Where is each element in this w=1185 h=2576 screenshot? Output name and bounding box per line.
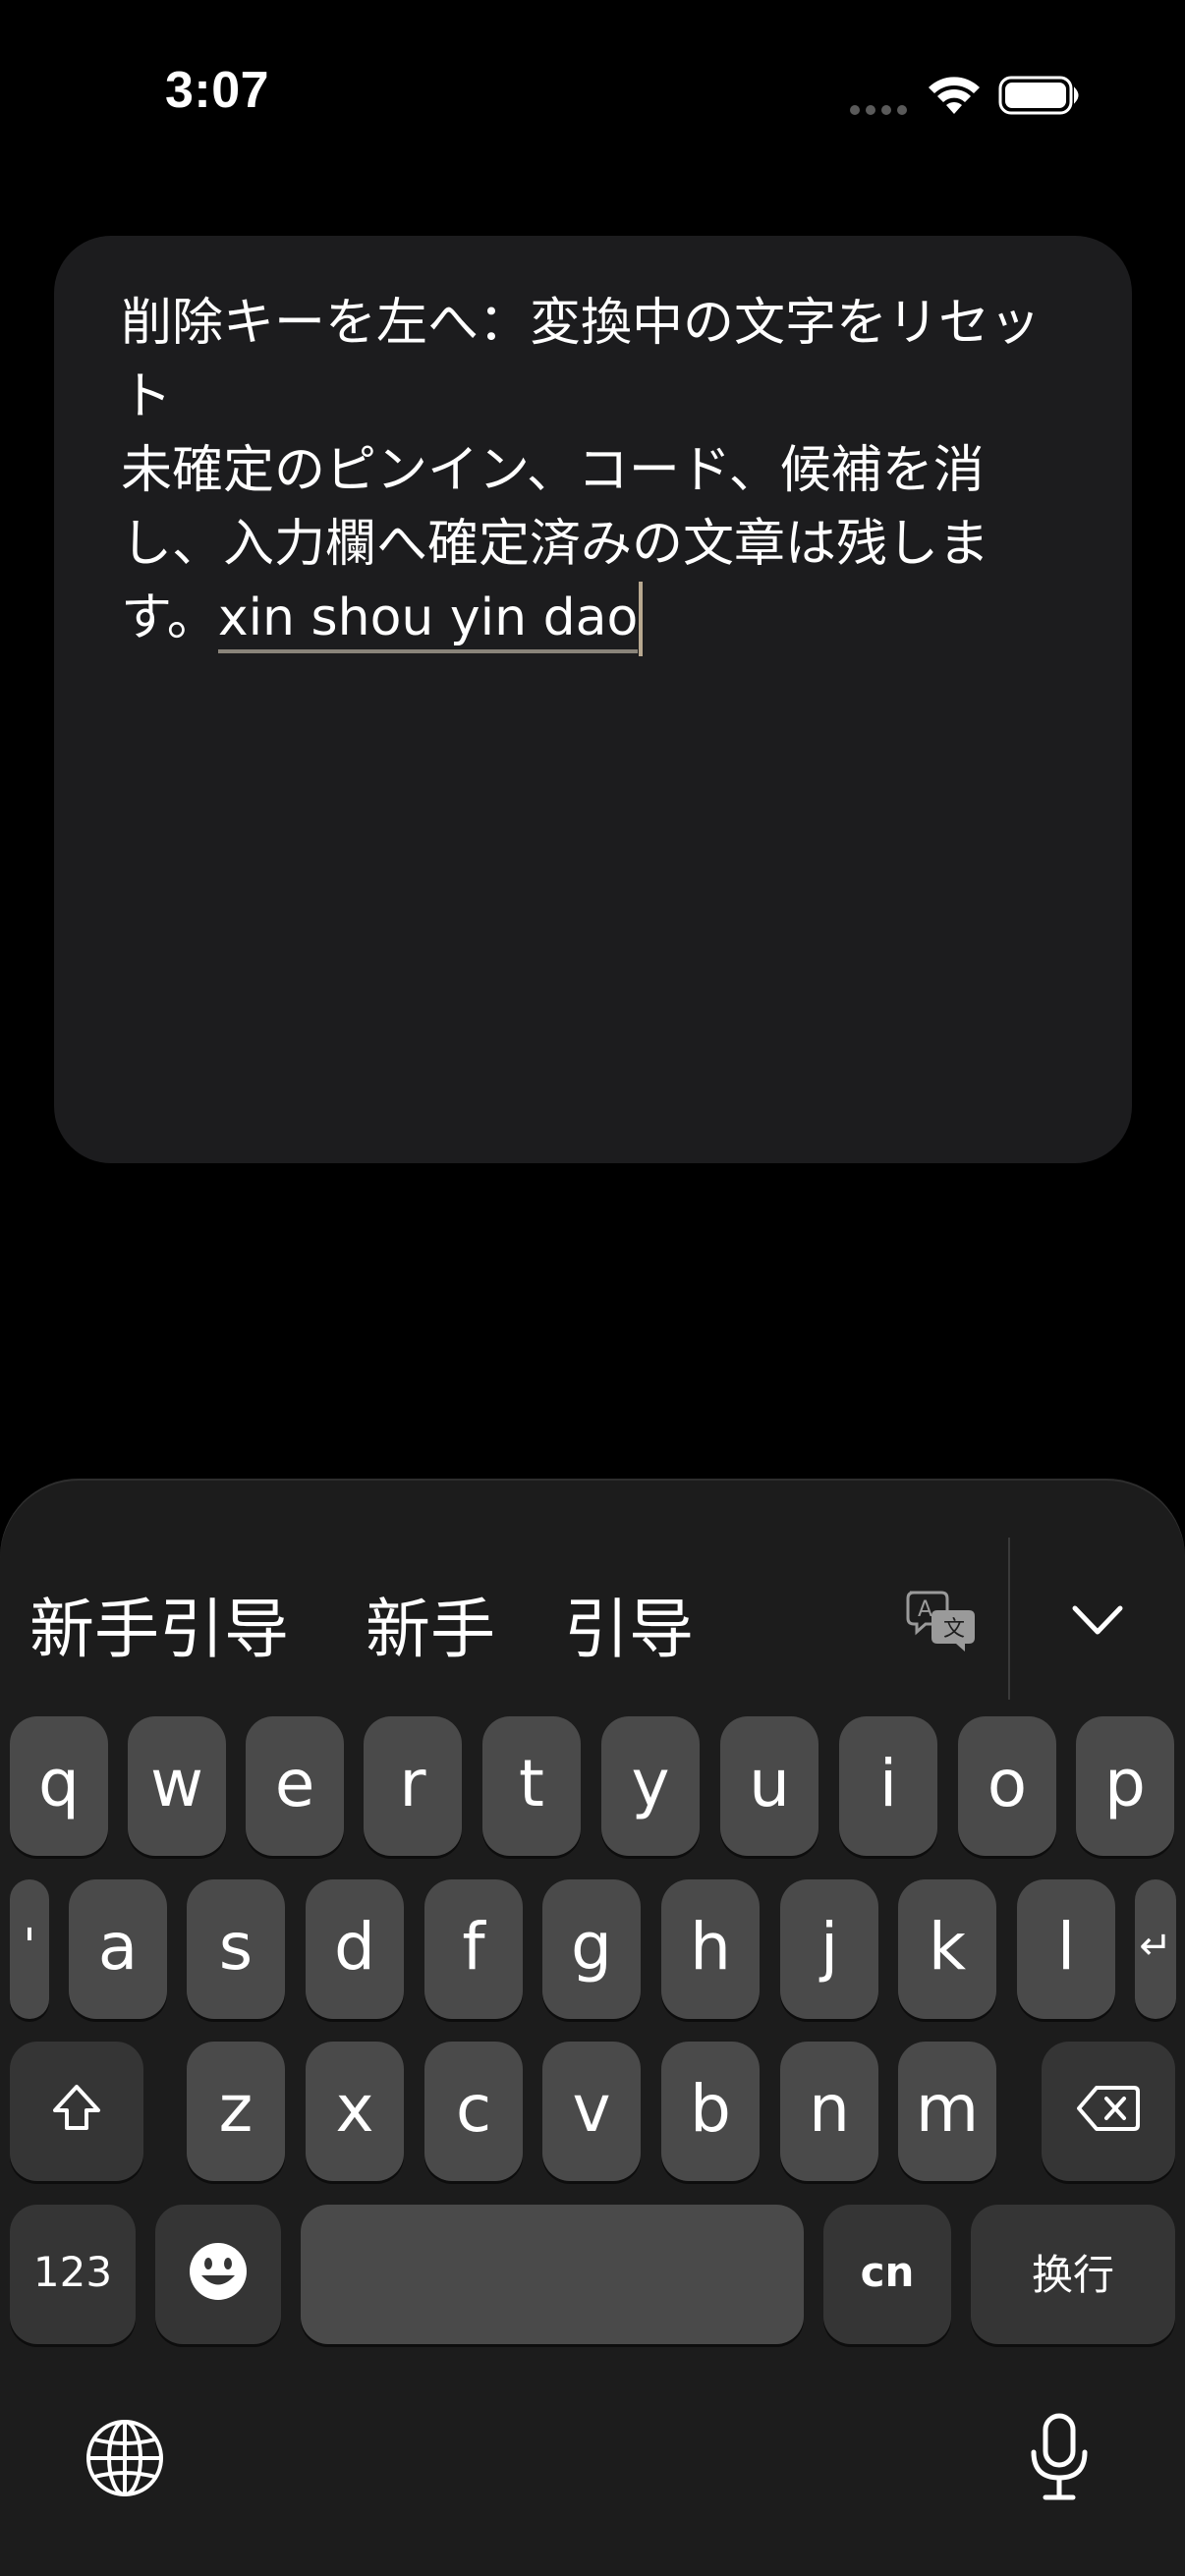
candidate-bar: 新手引导 新手 引导 A 文 [0,1479,1185,1700]
key-v[interactable]: v [542,2042,641,2181]
key-s[interactable]: s [187,1879,285,2019]
numbers-key[interactable]: 123 [10,2205,136,2344]
key-return-small[interactable]: ↵ [1135,1879,1176,2019]
signal-dots-icon [850,105,907,115]
svg-text:文: 文 [943,1617,965,1642]
key-apostrophe[interactable]: ' [10,1879,49,2019]
key-u[interactable]: u [720,1716,818,1856]
candidate-item[interactable]: 新手 [366,1577,495,1671]
key-q[interactable]: q [10,1716,108,1856]
key-c[interactable]: c [424,2042,523,2181]
delete-key[interactable] [1042,2042,1175,2181]
key-b[interactable]: b [661,2042,760,2181]
key-n[interactable]: n [780,2042,878,2181]
delete-icon [1077,2086,1140,2131]
candidate-item[interactable]: 新手引导 [29,1577,289,1671]
key-t[interactable]: t [482,1716,581,1856]
key-j[interactable]: j [780,1879,878,2019]
key-p[interactable]: p [1076,1716,1174,1856]
key-l[interactable]: l [1017,1879,1115,2019]
emoji-icon [190,2243,247,2300]
return-key[interactable]: 换行 [971,2205,1175,2344]
globe-icon[interactable] [85,2418,165,2498]
marked-pinyin-text: xin shou yin dao [217,588,639,653]
candidate-item[interactable]: 引导 [564,1577,694,1671]
key-h[interactable]: h [661,1879,760,2019]
text-caret [639,582,644,656]
key-o[interactable]: o [958,1716,1056,1856]
key-a[interactable]: a [69,1879,167,2019]
chevron-down-icon[interactable] [1071,1602,1124,1638]
emoji-key[interactable] [155,2205,281,2344]
key-r[interactable]: r [364,1716,462,1856]
candidate-divider [1008,1538,1010,1700]
key-m[interactable]: m [898,2042,996,2181]
microphone-icon[interactable] [1028,2413,1091,2501]
status-time: 3:07 [165,62,270,119]
key-w[interactable]: w [128,1716,226,1856]
key-e[interactable]: e [246,1716,344,1856]
text-content[interactable]: 削除キーを左へ：変換中の文字をリセット 未確定のピンイン、コード、候補を消し、入… [121,287,1084,656]
key-f[interactable]: f [424,1879,523,2019]
status-bar: 3:07 [0,0,1185,187]
shift-icon [53,2085,100,2130]
key-g[interactable]: g [542,1879,641,2019]
key-z[interactable]: z [187,2042,285,2181]
svg-text:A: A [918,1597,932,1622]
space-key[interactable] [301,2205,804,2344]
key-i[interactable]: i [839,1716,937,1856]
keyboard-bottom-bar [0,2358,1185,2576]
key-k[interactable]: k [898,1879,996,2019]
text-input-area[interactable]: 削除キーを左へ：変換中の文字をリセット 未確定のピンイン、コード、候補を消し、入… [54,236,1132,1163]
key-x[interactable]: x [306,2042,404,2181]
key-d[interactable]: d [306,1879,404,2019]
key-y[interactable]: y [601,1716,700,1856]
translate-icon[interactable]: A 文 [904,1589,979,1653]
language-key[interactable]: cn [823,2205,951,2344]
wifi-icon [929,77,980,114]
shift-key[interactable] [10,2042,143,2181]
battery-icon [998,76,1079,115]
